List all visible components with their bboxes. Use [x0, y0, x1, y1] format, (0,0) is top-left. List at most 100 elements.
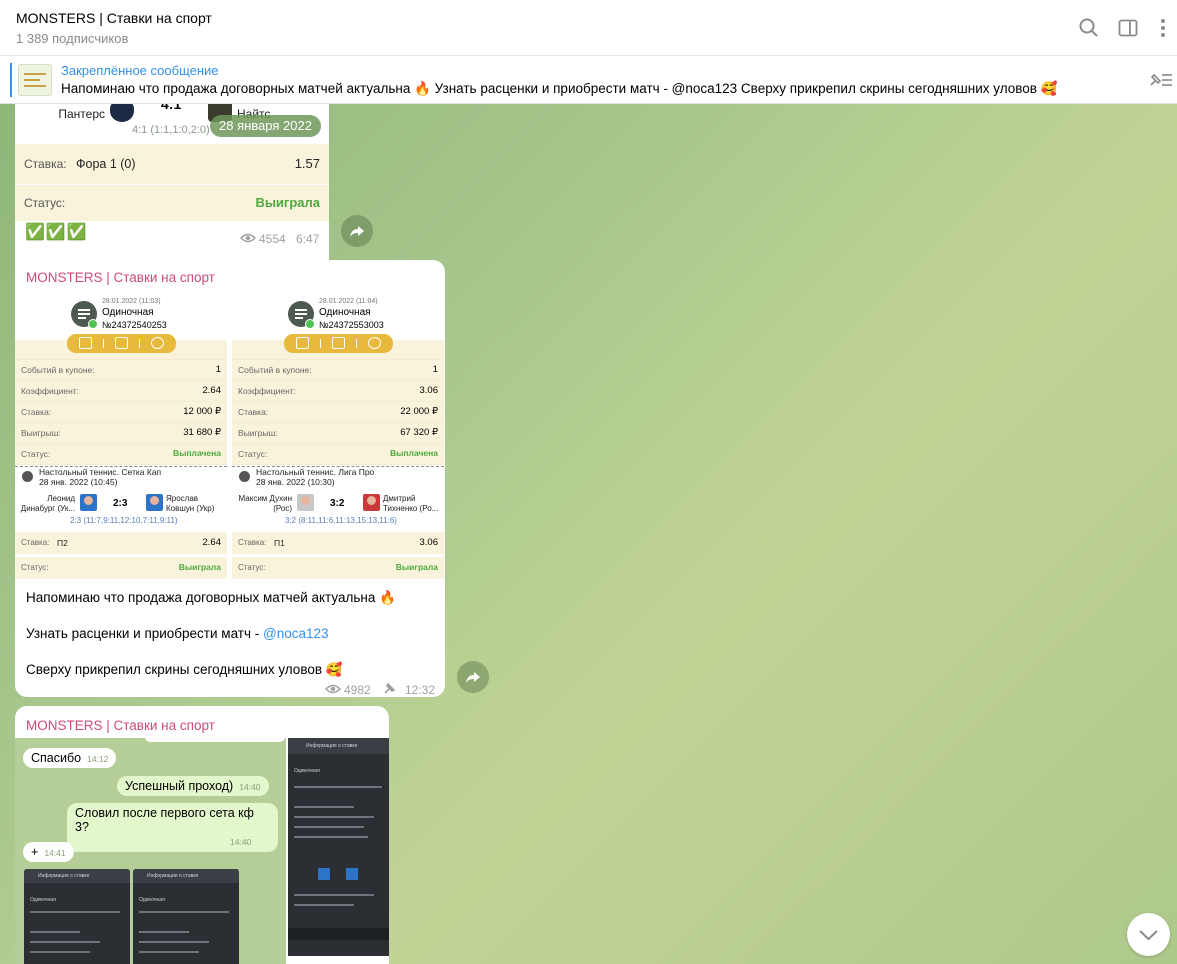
- username-link[interactable]: @noca123: [263, 626, 329, 641]
- bet-label: Ставка:: [24, 157, 67, 171]
- coupon-row: Ставка: 12 000 ₽: [15, 402, 227, 423]
- coupon-number: №24372540253: [102, 320, 167, 330]
- coupon-row: Ставка: 22 000 ₽: [232, 402, 444, 423]
- team-left-logo: [110, 104, 134, 122]
- chat-bubble: +14:41: [23, 842, 74, 862]
- table-tennis-icon: [22, 471, 33, 482]
- check-emojis: ✅✅✅: [25, 224, 88, 241]
- pinned-thumbnail: [18, 64, 52, 96]
- status-row: Статус: Выиграла: [232, 557, 444, 579]
- pinned-message-bar[interactable]: Закреплённое сообщение Напоминаю что про…: [0, 56, 1177, 104]
- player-2: Ярослав Ковшун (Укр): [166, 494, 215, 513]
- coupon-row: Коэффициент: 2.64: [15, 381, 227, 402]
- bet-row: Ставка: Фора 1 (0) 1.57: [15, 144, 329, 184]
- forward-button[interactable]: [341, 215, 373, 247]
- copy-icon: [296, 337, 309, 349]
- match-sets: 2:3 (11:7,9:11,12:10,7:11,9:11): [70, 516, 178, 525]
- channel-name[interactable]: MONSTERS | Ставки на спорт: [26, 270, 215, 285]
- chat-bubble: Словил после первого сета кф 3? 14:40: [67, 803, 278, 852]
- coupon-icon: [71, 301, 98, 329]
- print-icon: [332, 337, 345, 349]
- coupon-row: Выигрыш: 31 680 ₽: [15, 423, 227, 444]
- message-post-coupons[interactable]: MONSTERS | Ставки на спорт 28.01.2022 (1…: [15, 260, 445, 697]
- print-icon: [115, 337, 128, 349]
- post-text-line-2: Узнать расценки и приобрести матч - @noc…: [26, 626, 329, 641]
- coupon-card-2: 28.01.2022 (11:04) Одиночная №2437255300…: [232, 294, 444, 580]
- match-score: 2:3: [113, 498, 128, 509]
- status-label: Статус:: [24, 196, 66, 210]
- chat-bubble: Успешный проход) 14:40: [117, 776, 269, 796]
- avatar: [146, 494, 163, 511]
- coupon-number: №24372553003: [319, 320, 384, 330]
- coupon-card-1: 28.01.2022 (11:03) Одиночная №2437254025…: [15, 294, 227, 580]
- bet-market: Фора 1 (0): [76, 157, 136, 171]
- post-text-line-3: Сверху прикрепил скрины сегодняшних улов…: [26, 662, 343, 677]
- date-separator: 28 января 2022: [210, 115, 321, 137]
- player-1: Максим Духин (Рос): [238, 494, 292, 513]
- bet-row: Ставка: П1 3.06: [232, 532, 444, 554]
- coupon-row: Выигрыш: 67 320 ₽: [232, 423, 444, 444]
- pinned-text: Напоминаю что продажа договорных матчей …: [61, 81, 1058, 96]
- subscriber-count: 1 389 подписчиков: [16, 31, 129, 46]
- pinned-title: Закреплённое сообщение: [61, 63, 219, 78]
- forward-button[interactable]: [457, 661, 489, 693]
- player-2: Дмитрий Тихненко (Ро...: [383, 494, 439, 513]
- message-post-screenshots[interactable]: MONSTERS | Ставки на спорт Спасибо 14:12 …: [15, 706, 389, 964]
- coupon-row: Статус: Выплачена: [232, 444, 444, 465]
- coupon-toolbar: [284, 334, 393, 353]
- settings-icon: [151, 337, 164, 349]
- status-row: Статус: Выиграла: [15, 557, 227, 579]
- match-score: 3:2: [330, 498, 345, 509]
- coupon-date: 28.01.2022 (11:04): [319, 298, 378, 305]
- post-text-line-1: Напоминаю что продажа договорных матчей …: [26, 590, 396, 605]
- coupon-date: 28.01.2022 (11:03): [102, 298, 161, 305]
- pinned-icon: [383, 681, 397, 697]
- settings-icon: [368, 337, 381, 349]
- message-time: 6:47: [296, 232, 320, 246]
- copy-icon: [79, 337, 92, 349]
- channel-title[interactable]: MONSTERS | Ставки на спорт: [16, 10, 212, 26]
- coupon-icon: [288, 301, 315, 329]
- coupon-type: Одиночная: [319, 307, 371, 318]
- status-row: Статус: Выиграла: [15, 185, 329, 221]
- avatar: [297, 494, 314, 511]
- phone-screenshot-image[interactable]: Информация о ставке Одиночная: [288, 738, 389, 956]
- coupon-type: Одиночная: [102, 307, 154, 318]
- views-count: 4554: [259, 232, 286, 246]
- bet-odds: 1.57: [294, 156, 320, 171]
- forward-icon: [350, 226, 364, 237]
- team-left-name: Пантерс: [58, 107, 105, 121]
- player-1: Леонид Динабург (Ук...: [20, 494, 75, 513]
- chat-area[interactable]: Пантерс 4:1 Найтс 4:1 (1:1,1:0,2:0) Став…: [0, 104, 1177, 964]
- chat-header[interactable]: MONSTERS | Ставки на спорт 1 389 подписч…: [0, 0, 1177, 56]
- views-icon: [325, 682, 341, 697]
- match-sets: 4:1 (1:1,1:0,2:0): [132, 124, 210, 136]
- avatar: [363, 494, 380, 511]
- channel-name[interactable]: MONSTERS | Ставки на спорт: [26, 718, 215, 733]
- chat-screenshot-image[interactable]: Спасибо 14:12 Успешный проход) 14:40 Слови…: [15, 738, 286, 964]
- sidebar-toggle-icon[interactable]: [1116, 16, 1140, 40]
- match-score: 4:1: [161, 104, 182, 112]
- message-time: 12:32: [405, 683, 436, 697]
- coupon-row: Коэффициент: 3.06: [232, 381, 444, 402]
- avatar: [80, 494, 97, 511]
- league-name: Настольный теннис. Сетка Кап 28 янв. 2022…: [39, 467, 162, 487]
- coupon-toolbar: [67, 334, 176, 353]
- views-icon: [240, 231, 256, 249]
- search-icon[interactable]: [1077, 16, 1101, 40]
- pinned-list-icon[interactable]: [1148, 70, 1174, 90]
- league-name: Настольный теннис. Лига Про 28 янв. 2022 …: [256, 467, 375, 487]
- more-menu-icon[interactable]: [1151, 16, 1175, 40]
- match-sets: 3:2 (8:11,11:6,11:13,15:13,11:6): [285, 516, 397, 525]
- pinned-indicator: [10, 63, 12, 97]
- scroll-down-button[interactable]: [1127, 913, 1170, 956]
- coupon-row: Событий в купоне: 1: [15, 360, 227, 381]
- coupon-row: Событий в купоне: 1: [232, 360, 444, 381]
- phone-screenshot: Информация о ставке Одиночная: [24, 869, 130, 964]
- chat-bubble: Спасибо 14:12: [23, 748, 117, 768]
- status-value: Выиграла: [255, 195, 320, 210]
- bet-row: Ставка: П2 2.64: [15, 532, 227, 554]
- forward-icon: [466, 672, 480, 683]
- phone-screenshot: Информация о ставке Одиночная: [133, 869, 239, 964]
- table-tennis-icon: [239, 471, 250, 482]
